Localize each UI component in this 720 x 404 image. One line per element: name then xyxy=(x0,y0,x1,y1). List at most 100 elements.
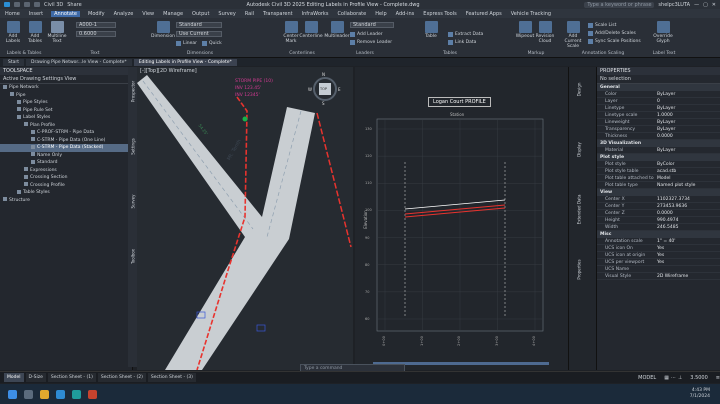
quick-button[interactable]: Quick xyxy=(202,40,222,47)
property-value[interactable]: Named plot style xyxy=(657,182,720,188)
manhole-structure[interactable] xyxy=(242,116,248,122)
property-row[interactable]: Annotation scale 1" = 40' xyxy=(597,238,720,245)
menu-tab-analyze[interactable]: Analyze xyxy=(113,11,135,17)
add-leader-button[interactable]: Add Leader xyxy=(350,31,383,38)
property-value[interactable]: ByLayer xyxy=(657,126,720,132)
table-button[interactable]: Table xyxy=(420,21,442,39)
toolspace-side-tab[interactable]: Survey xyxy=(131,185,136,219)
tree-item[interactable]: C-STRM - Pipe Data (One Line) xyxy=(0,137,132,145)
tree-item[interactable]: Table Styles xyxy=(0,189,132,197)
menu-tab-help[interactable]: Help xyxy=(374,11,387,17)
property-value[interactable]: 246.5485 xyxy=(657,224,720,230)
document-tab[interactable]: Drawing Pipe Networ...le View - Complete… xyxy=(26,59,132,66)
menu-tab-add-ins[interactable]: Add-ins xyxy=(395,11,416,17)
toolspace-side-tab[interactable]: Toolbox xyxy=(131,240,136,274)
civil3d-taskbar-icon[interactable] xyxy=(72,389,81,399)
toolspace-view-select[interactable]: Active Drawing Settings View xyxy=(0,75,132,84)
menu-tab-modify[interactable]: Modify xyxy=(87,11,106,17)
menu-tab-vehicle-tracking[interactable]: Vehicle Tracking xyxy=(510,11,552,17)
tree-item[interactable]: Structure xyxy=(0,197,132,205)
tree-item[interactable]: Pipe xyxy=(0,92,132,100)
civil3d-logo-icon[interactable] xyxy=(4,2,10,7)
tree-item[interactable]: C-PROF-STRM - Pipe Data xyxy=(0,129,132,137)
property-value[interactable]: ByLayer xyxy=(657,91,720,97)
remove-leader-button[interactable]: Remove Leader xyxy=(350,39,392,46)
property-value[interactable]: acad.stb xyxy=(657,168,720,174)
app-name-dropdown[interactable]: Civil 3D xyxy=(44,2,63,8)
property-row[interactable]: Plot table attached to Model xyxy=(597,175,720,182)
layout-tab[interactable]: Section Sheet - (2) xyxy=(97,373,146,382)
property-row[interactable]: UCS per viewport Yes xyxy=(597,259,720,266)
properties-side-tab[interactable]: Design xyxy=(577,70,582,110)
property-value[interactable]: 1102327.3734 xyxy=(657,196,720,202)
menu-tab-output[interactable]: Output xyxy=(191,11,210,17)
tree-item[interactable]: Crossing Profile xyxy=(0,182,132,190)
property-row[interactable]: UCS Name xyxy=(597,266,720,273)
linear-button[interactable]: Linear xyxy=(176,40,197,47)
property-row[interactable]: Lineweight ByLayer xyxy=(597,119,720,126)
property-row[interactable]: Visual Style 2D Wireframe xyxy=(597,273,720,280)
undo-icon[interactable] xyxy=(34,2,40,7)
menu-tab-manage[interactable]: Manage xyxy=(162,11,184,17)
text-size-input[interactable]: 0.6000 xyxy=(76,31,116,37)
property-row[interactable]: Center Z 0.0000 xyxy=(597,210,720,217)
selection-select[interactable]: No selection xyxy=(597,75,720,84)
profile-viewport[interactable]: Logan Court PROFILE Station Elevation 13… xyxy=(355,67,568,370)
tree-item[interactable]: Plan Profile xyxy=(0,122,132,130)
menu-tab-collaborate[interactable]: Collaborate xyxy=(336,11,367,17)
property-row[interactable]: Center X 1102327.3734 xyxy=(597,196,720,203)
property-row[interactable]: Layer 0 xyxy=(597,98,720,105)
scale-list-button[interactable]: Scale List xyxy=(588,22,616,29)
property-value[interactable]: 990.4974 xyxy=(657,217,720,223)
property-value[interactable]: 0 xyxy=(657,98,720,104)
layout-tab[interactable]: Section Sheet - (1) xyxy=(47,373,96,382)
property-value[interactable]: Model xyxy=(657,175,720,181)
document-tab[interactable]: Editing Labels in Profile View - Complet… xyxy=(133,59,237,66)
property-section-header[interactable]: 3D Visualization xyxy=(597,140,720,147)
property-value[interactable]: 1.0000 xyxy=(657,112,720,118)
menu-tab-view[interactable]: View xyxy=(141,11,155,17)
layout-tab[interactable]: D-Size xyxy=(25,373,46,382)
property-row[interactable]: Plot table type Named plot style xyxy=(597,182,720,189)
property-row[interactable]: UCS icon at origin Yes xyxy=(597,252,720,259)
property-value[interactable]: Yes xyxy=(657,245,720,251)
add-delete-scales-button[interactable]: Add/Delete Scales xyxy=(588,30,636,37)
properties-side-tab[interactable]: Display xyxy=(577,130,582,170)
properties-side-tab[interactable]: Extended Data xyxy=(577,190,582,230)
use-current-select[interactable]: Use Current xyxy=(176,31,222,37)
property-row[interactable]: Material ByLayer xyxy=(597,147,720,154)
toolspace-side-tab[interactable]: Settings xyxy=(131,130,136,164)
document-tab[interactable]: Start xyxy=(3,59,24,66)
tree-item[interactable]: Pipe Styles xyxy=(0,99,132,107)
sync-scale-positions-button[interactable]: Sync Scale Positions xyxy=(588,38,641,45)
property-section-header[interactable]: Misc xyxy=(597,231,720,238)
search-input[interactable]: Type a keyword or phrase xyxy=(584,1,655,8)
property-value[interactable] xyxy=(657,266,720,272)
tree-item[interactable]: Crossing Section xyxy=(0,174,132,182)
property-section-header[interactable]: View xyxy=(597,189,720,196)
plan-viewport[interactable]: [-][Top][2D Wireframe] N E S W TOP STORM… xyxy=(137,67,353,370)
property-value[interactable]: ByLayer xyxy=(657,119,720,125)
property-row[interactable]: Height 990.4974 xyxy=(597,217,720,224)
viewport-label[interactable]: [-][Top][2D Wireframe] xyxy=(140,68,197,74)
properties-side-tab[interactable]: Properties xyxy=(577,250,582,290)
share-button[interactable]: Share xyxy=(67,2,81,8)
maximize-button[interactable]: ▢ xyxy=(703,2,708,8)
link-data-button[interactable]: Link Data xyxy=(448,39,476,46)
save-icon[interactable] xyxy=(24,2,30,7)
model-space-toggle[interactable]: MODEL xyxy=(638,375,656,381)
search-icon[interactable] xyxy=(24,389,33,399)
layout-tab[interactable]: Section Sheet - (3) xyxy=(147,373,196,382)
property-value[interactable]: Yes xyxy=(657,259,720,265)
override-glyph-button[interactable]: Override Glyph xyxy=(650,21,676,44)
property-row[interactable]: Thickness 0.0000 xyxy=(597,133,720,140)
property-row[interactable]: Linetype ByLayer xyxy=(597,105,720,112)
revision-cloud-button[interactable]: Revision Cloud xyxy=(534,21,556,44)
multileader-button[interactable]: Multileader xyxy=(324,21,350,39)
centerline-button[interactable]: Centerline xyxy=(299,21,323,39)
property-value[interactable]: ByLayer xyxy=(657,147,720,153)
minimize-button[interactable]: — xyxy=(694,2,699,8)
toolspace-side-tab[interactable]: Prospector xyxy=(131,75,136,109)
customize-icon[interactable]: ≡ xyxy=(716,375,720,381)
dim-style-select[interactable]: Standard xyxy=(176,22,222,28)
